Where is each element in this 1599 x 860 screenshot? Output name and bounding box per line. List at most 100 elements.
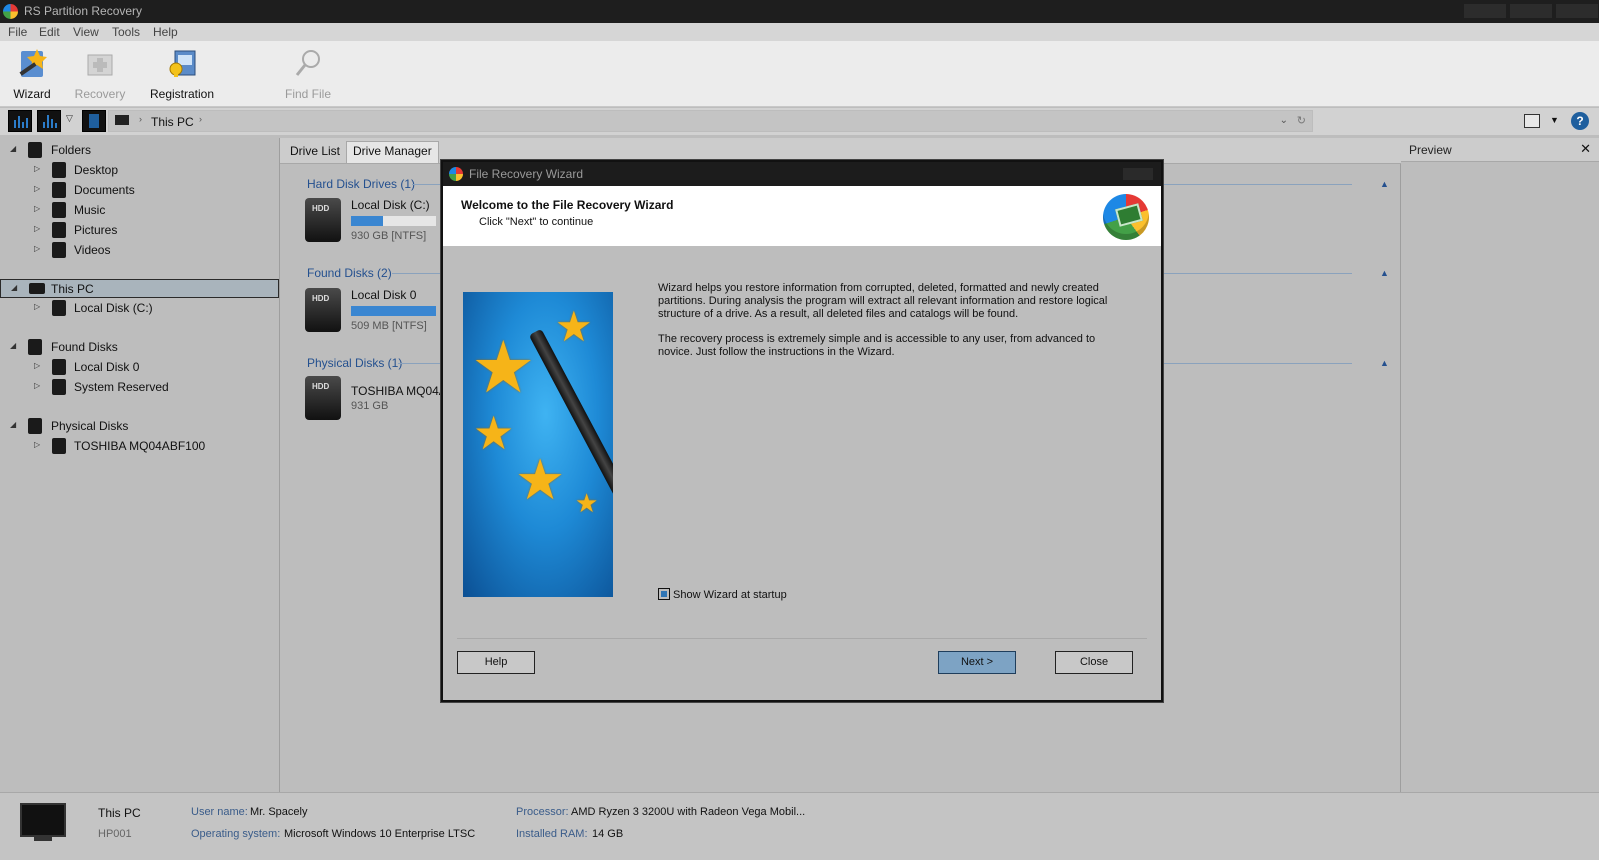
expand-icon[interactable]: ▷ [34, 204, 40, 213]
dialog-description: Wizard helps you restore information fro… [658, 282, 1128, 359]
wand-icon [528, 328, 613, 557]
tree-item-videos[interactable]: ▷ Videos [0, 241, 280, 260]
minimize-button[interactable] [1464, 4, 1506, 18]
close-preview-icon[interactable]: ✕ [1580, 141, 1591, 157]
tab-drive-manager[interactable]: Drive Manager [346, 141, 439, 163]
group-found-disks[interactable]: Found Disks (2) [307, 266, 392, 280]
expand-icon[interactable]: ▷ [34, 440, 40, 449]
menu-edit[interactable]: Edit [39, 25, 60, 39]
disk-icon [52, 359, 66, 375]
magnifier-icon [291, 47, 325, 81]
startup-checkbox[interactable] [658, 588, 670, 600]
status-host: HP001 [98, 828, 132, 840]
close-button[interactable]: Close [1055, 651, 1133, 674]
menu-help[interactable]: Help [153, 25, 178, 39]
wizard-button[interactable]: Wizard [10, 47, 54, 101]
tree-item-toshiba[interactable]: ▷ TOSHIBA MQ04ABF100 [0, 437, 280, 456]
wizard-icon [15, 47, 49, 81]
status-os-val: Microsoft Windows 10 Enterprise LTSC [284, 828, 476, 840]
address-path-box[interactable]: › This PC › ⌄ ↻ [108, 110, 1313, 132]
disk-icon [52, 300, 66, 316]
tree-physical-disks[interactable]: ◢ Physical Disks [0, 417, 280, 436]
tree-item-desktop[interactable]: ▷ Desktop [0, 161, 280, 180]
view-dropdown-icon[interactable]: ▼ [1550, 115, 1559, 125]
star-icon: ★ [575, 488, 599, 518]
dialog-close-icon[interactable] [1123, 168, 1153, 180]
group-hard-disk-drives[interactable]: Hard Disk Drives (1) [307, 177, 415, 191]
folder-icon [52, 162, 66, 178]
expand-icon[interactable]: ▷ [34, 381, 40, 390]
dialog-heading: Welcome to the File Recovery Wizard [461, 198, 674, 212]
path-this-pc[interactable]: This PC [151, 115, 194, 129]
menu-bar: File Edit View Tools Help [0, 23, 1599, 41]
maximize-button[interactable] [1510, 4, 1552, 18]
status-ram-val: 14 GB [592, 828, 624, 840]
drive-size: 931 GB [351, 400, 389, 412]
expand-icon[interactable]: ▷ [34, 224, 40, 233]
recovery-button[interactable]: Recovery [72, 47, 128, 101]
view-options-icon[interactable] [1524, 114, 1540, 128]
tree-item-music[interactable]: ▷ Music [0, 201, 280, 220]
status-bar: This PC HP001 User name: Mr. Spacely Ope… [0, 792, 1599, 860]
tree-folders-label: Folders [51, 143, 92, 157]
expand-icon[interactable]: ▷ [34, 244, 40, 253]
window-title: RS Partition Recovery [24, 4, 143, 18]
group-physical-disks[interactable]: Physical Disks (1) [307, 356, 402, 370]
menu-view[interactable]: View [73, 25, 99, 39]
title-bar: RS Partition Recovery [0, 0, 1599, 23]
close-window-button[interactable] [1556, 4, 1598, 18]
find-file-button[interactable]: Find File [280, 47, 336, 101]
collapse-icon[interactable]: ◢ [10, 420, 16, 429]
folder-icon [52, 182, 66, 198]
tree-item-documents[interactable]: ▷ Documents [0, 181, 280, 200]
folder-icon [52, 202, 66, 218]
menu-tools[interactable]: Tools [112, 25, 140, 39]
collapse-group-icon[interactable]: ▲ [1380, 358, 1389, 368]
tree-found-disks[interactable]: ◢ Found Disks [0, 338, 280, 357]
collapse-group-icon[interactable]: ▲ [1380, 268, 1389, 278]
tree-item-system-reserved[interactable]: ▷ System Reserved [0, 378, 280, 397]
status-cpu-key: Processor: [516, 806, 569, 818]
tree-item-local-disk-0[interactable]: ▷ Local Disk 0 [0, 358, 280, 377]
expand-icon[interactable]: ▷ [34, 184, 40, 193]
collapse-icon[interactable]: ◢ [10, 341, 16, 350]
drive-size: 509 MB [NTFS] [351, 320, 427, 332]
dialog-title: File Recovery Wizard [469, 167, 584, 181]
tree-folders[interactable]: ◢ Folders [0, 141, 280, 160]
view-thumbnail-1[interactable] [8, 110, 32, 132]
expand-icon[interactable]: ▷ [34, 361, 40, 370]
collapse-icon[interactable]: ◢ [10, 144, 16, 153]
refresh-icon[interactable]: ↻ [1297, 114, 1306, 127]
collapse-group-icon[interactable]: ▲ [1380, 179, 1389, 189]
tree-item-pictures[interactable]: ▷ Pictures [0, 221, 280, 240]
tab-drive-list[interactable]: Drive List [284, 142, 346, 160]
tree-this-pc[interactable]: ◢ This PC [0, 279, 279, 298]
usage-bar [351, 216, 436, 226]
menu-file[interactable]: File [8, 25, 27, 39]
path-separator-icon: › [199, 114, 202, 124]
help-icon[interactable]: ? [1571, 112, 1589, 130]
tree-item-local-disk-c[interactable]: ▷ Local Disk (C:) [0, 299, 280, 318]
view-thumbnail-3[interactable] [82, 110, 106, 132]
star-icon: ★ [555, 303, 593, 350]
dropdown-arrow-icon[interactable]: ▽ [66, 113, 73, 124]
registration-button[interactable]: Registration [146, 47, 218, 101]
tree-item-label: Music [74, 203, 106, 217]
collapse-icon[interactable]: ◢ [11, 283, 17, 292]
help-button[interactable]: Help [457, 651, 535, 674]
folder-icon [28, 142, 42, 158]
computer-icon [115, 115, 129, 125]
show-wizard-startup[interactable]: Show Wizard at startup [658, 588, 787, 601]
tree-item-label: Pictures [74, 223, 118, 237]
next-button[interactable]: Next > [938, 651, 1016, 674]
path-dropdown-icon[interactable]: ⌄ [1280, 115, 1288, 126]
recovery-icon [83, 47, 117, 81]
star-icon: ★ [515, 448, 566, 511]
disk-icon [28, 418, 42, 434]
star-icon: ★ [471, 328, 536, 408]
expand-icon[interactable]: ▷ [34, 164, 40, 173]
dialog-separator [457, 638, 1147, 639]
view-thumbnail-2[interactable] [37, 110, 61, 132]
expand-icon[interactable]: ▷ [34, 302, 40, 311]
drive-name: Local Disk 0 [351, 288, 417, 302]
